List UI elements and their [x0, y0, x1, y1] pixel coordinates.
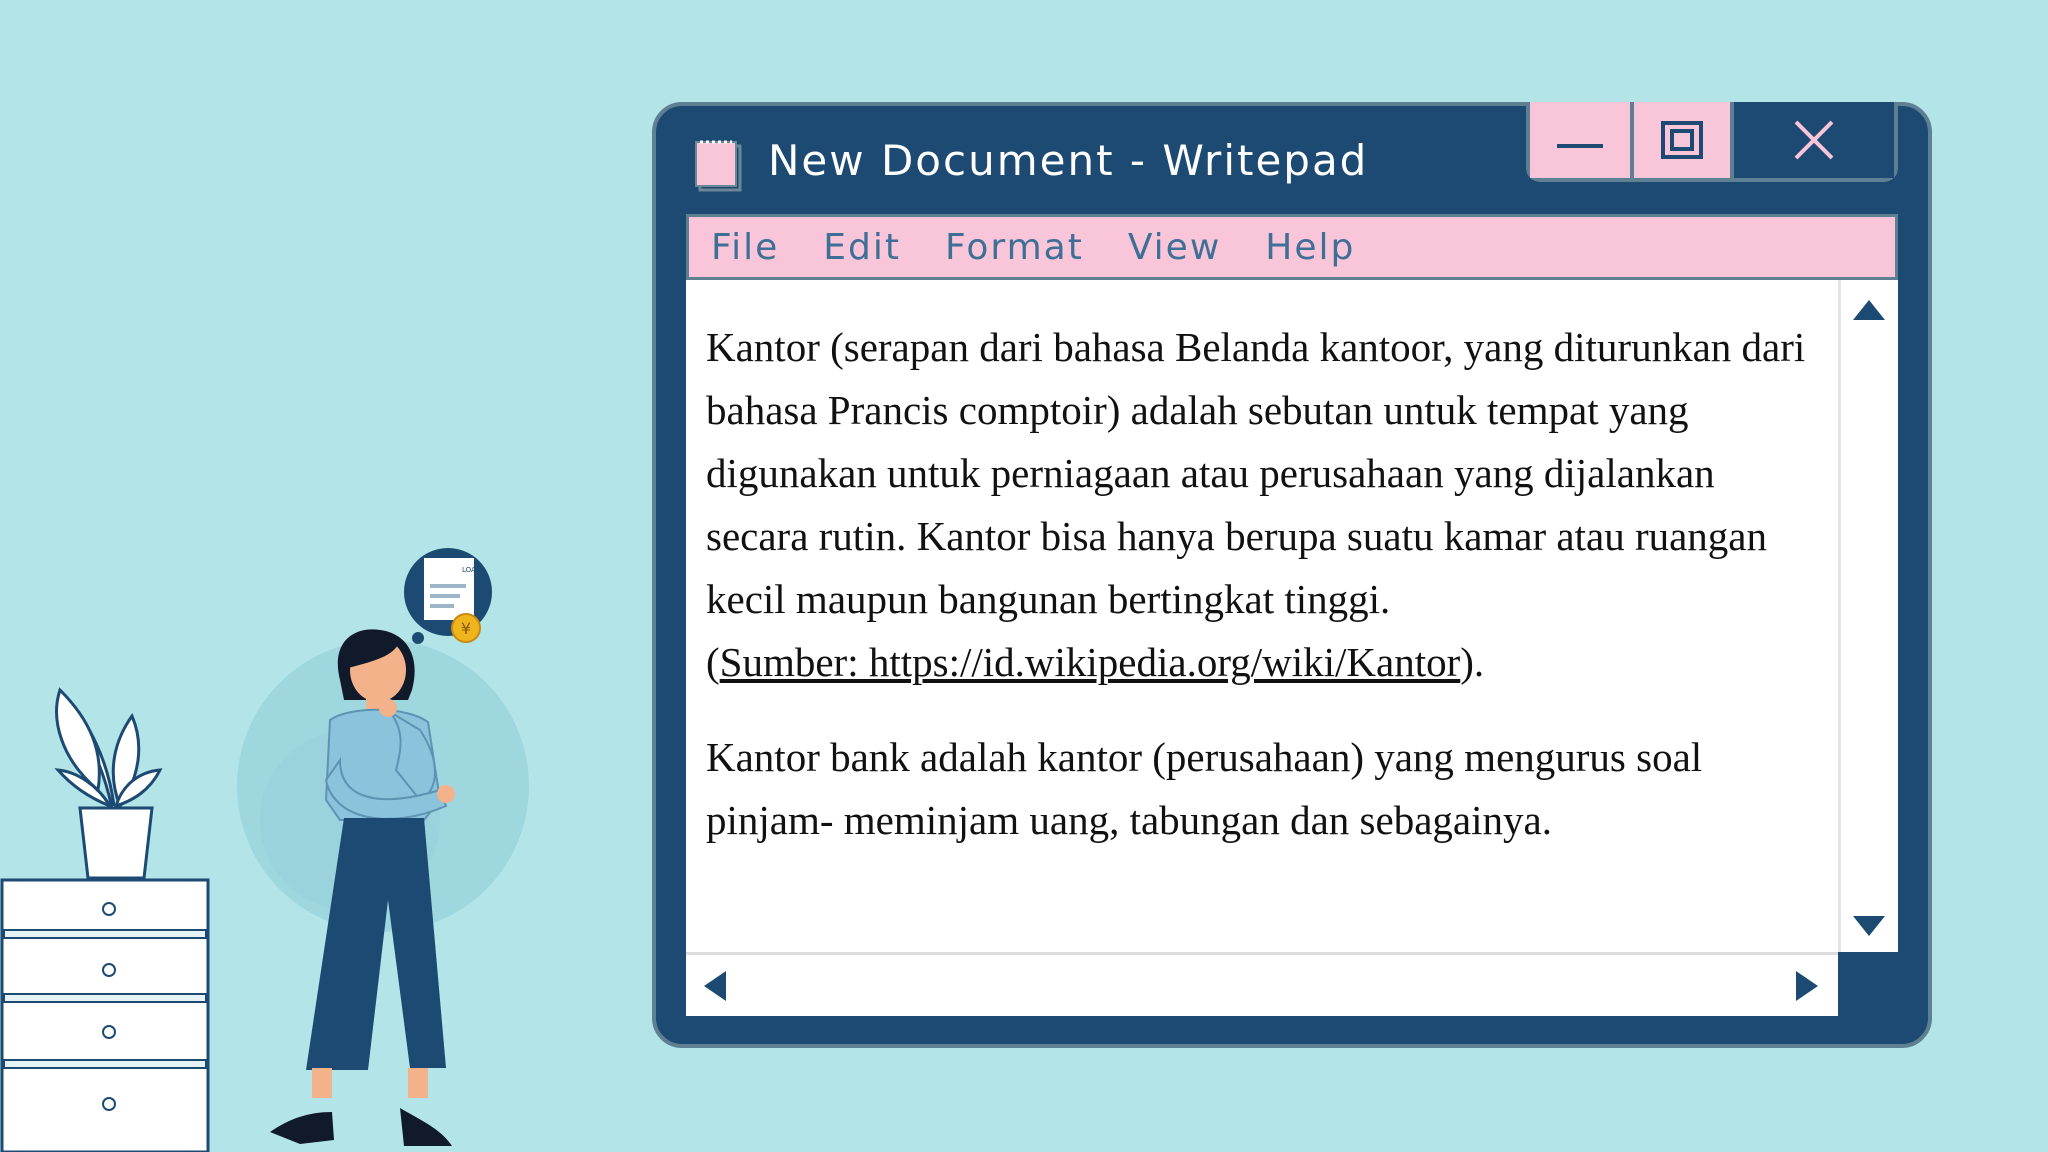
window-title: New Document - Writepad	[768, 136, 1369, 185]
minimize-icon	[1557, 144, 1603, 148]
loan-badge: LOAN	[462, 566, 481, 574]
close-icon	[1794, 120, 1834, 160]
menu-edit[interactable]: Edit	[823, 227, 901, 268]
app-window: New Document - Writepad File Edit Format…	[652, 102, 1932, 1048]
notepad-icon	[695, 140, 742, 192]
paragraph-1-text: Kantor (serapan dari bahasa Belanda kant…	[706, 324, 1806, 622]
document-text-area[interactable]: Kantor (serapan dari bahasa Belanda kant…	[686, 280, 1838, 952]
arrow-left-icon[interactable]	[702, 969, 730, 1003]
coin-symbol: ¥	[461, 619, 471, 638]
paragraph-office-definition: Kantor (serapan dari bahasa Belanda kant…	[706, 316, 1818, 694]
menu-view[interactable]: View	[1128, 227, 1221, 268]
potted-plant	[54, 687, 163, 880]
window-controls	[1526, 102, 1898, 182]
drawer-cabinet	[0, 878, 210, 1152]
source-close-paren: ).	[1460, 639, 1485, 685]
vertical-scrollbar[interactable]	[1838, 280, 1898, 952]
menu-file[interactable]: File	[711, 227, 779, 268]
menu-help[interactable]: Help	[1265, 227, 1355, 268]
maximize-button[interactable]	[1634, 102, 1734, 178]
close-button[interactable]	[1734, 102, 1894, 178]
source-open-paren: (	[706, 639, 720, 685]
minimize-button[interactable]	[1530, 102, 1634, 178]
arrow-down-icon[interactable]	[1851, 912, 1887, 938]
source-link[interactable]: Sumber: https://id.wikipedia.org/wiki/Ka…	[720, 639, 1461, 685]
thought-bubble: LOAN ¥	[404, 548, 492, 644]
menu-format[interactable]: Format	[945, 227, 1084, 268]
horizontal-scrollbar[interactable]	[686, 952, 1838, 1016]
maximize-icon	[1661, 121, 1703, 159]
paragraph-bank-office: Kantor bank adalah kantor (perusahaan) y…	[706, 734, 1703, 843]
arrow-right-icon[interactable]	[1792, 969, 1820, 1003]
arrow-up-icon[interactable]	[1851, 298, 1887, 324]
menu-bar: File Edit Format View Help	[686, 214, 1898, 280]
